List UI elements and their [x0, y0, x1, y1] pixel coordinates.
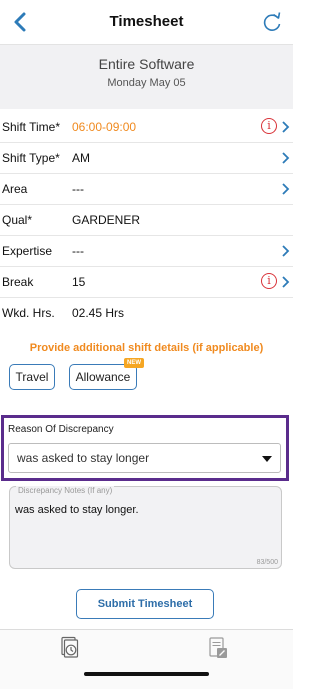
row-shift-time[interactable]: Shift Time* 06:00-09:00 i: [0, 112, 293, 143]
travel-button[interactable]: Travel: [9, 364, 55, 390]
info-icon[interactable]: i: [261, 118, 277, 134]
company-name: Entire Software: [98, 56, 195, 72]
row-area[interactable]: Area ---: [0, 174, 293, 205]
shift-time-value: 06:00-09:00: [72, 120, 137, 134]
area-value: ---: [72, 182, 84, 196]
row-break[interactable]: Break 15 i: [0, 267, 293, 298]
refresh-icon[interactable]: [261, 10, 283, 34]
notes-label: Discrepancy Notes (If any): [16, 486, 115, 495]
timesheet-clock-icon[interactable]: [58, 636, 82, 662]
chevron-right-icon: [282, 245, 290, 257]
reason-selected-value: was asked to stay longer: [17, 451, 150, 465]
row-shift-type[interactable]: Shift Type* AM: [0, 143, 293, 174]
reason-of-discrepancy-section: Reason Of Discrepancy was asked to stay …: [1, 415, 289, 481]
chevron-right-icon: [282, 183, 290, 195]
shift-date: Monday May 05: [107, 77, 186, 89]
row-expertise[interactable]: Expertise ---: [0, 236, 293, 267]
row-label: Qual*: [2, 213, 33, 227]
notes-char-counter: 83/500: [256, 559, 278, 566]
row-label: Area: [2, 182, 28, 196]
shift-type-value: AM: [72, 151, 90, 165]
home-indicator: [84, 672, 209, 676]
submit-timesheet-button[interactable]: Submit Timesheet: [76, 589, 214, 619]
row-label: Shift Type*: [2, 151, 60, 165]
shift-header: Entire Software Monday May 05: [0, 45, 293, 109]
dropdown-caret-icon: [262, 456, 272, 462]
chevron-right-icon: [282, 152, 290, 164]
reason-label: Reason Of Discrepancy: [8, 424, 114, 435]
document-pen-icon[interactable]: [207, 636, 231, 662]
allowance-button[interactable]: Allowance NEW: [69, 358, 144, 390]
reason-select[interactable]: was asked to stay longer: [8, 443, 281, 473]
break-value: 15: [72, 275, 86, 289]
chevron-right-icon: [282, 276, 290, 288]
info-icon[interactable]: i: [261, 273, 277, 289]
nav-bar: Timesheet: [0, 0, 293, 45]
worked-hours-value: 02.45 Hrs: [72, 306, 125, 320]
travel-label: Travel: [15, 370, 49, 384]
expertise-value: ---: [72, 244, 84, 258]
row-worked-hours: Wkd. Hrs. 02.45 Hrs: [0, 298, 293, 329]
row-label: Shift Time*: [2, 120, 61, 134]
row-label: Break: [2, 275, 34, 289]
tab-bar: [0, 629, 293, 689]
qual-value: GARDENER: [72, 213, 141, 227]
new-badge: NEW: [124, 358, 144, 368]
chevron-right-icon: [282, 121, 290, 133]
allowance-label: Allowance: [75, 370, 131, 384]
row-label: Wkd. Hrs.: [2, 306, 55, 320]
page-title: Timesheet: [109, 13, 184, 30]
row-qual: Qual* GARDENER: [0, 205, 293, 236]
notes-text: was asked to stay longer.: [15, 504, 139, 516]
row-label: Expertise: [2, 244, 53, 258]
discrepancy-notes-field[interactable]: Discrepancy Notes (If any) was asked to …: [9, 486, 282, 569]
additional-details-notice: Provide additional shift details (if app…: [29, 342, 264, 354]
